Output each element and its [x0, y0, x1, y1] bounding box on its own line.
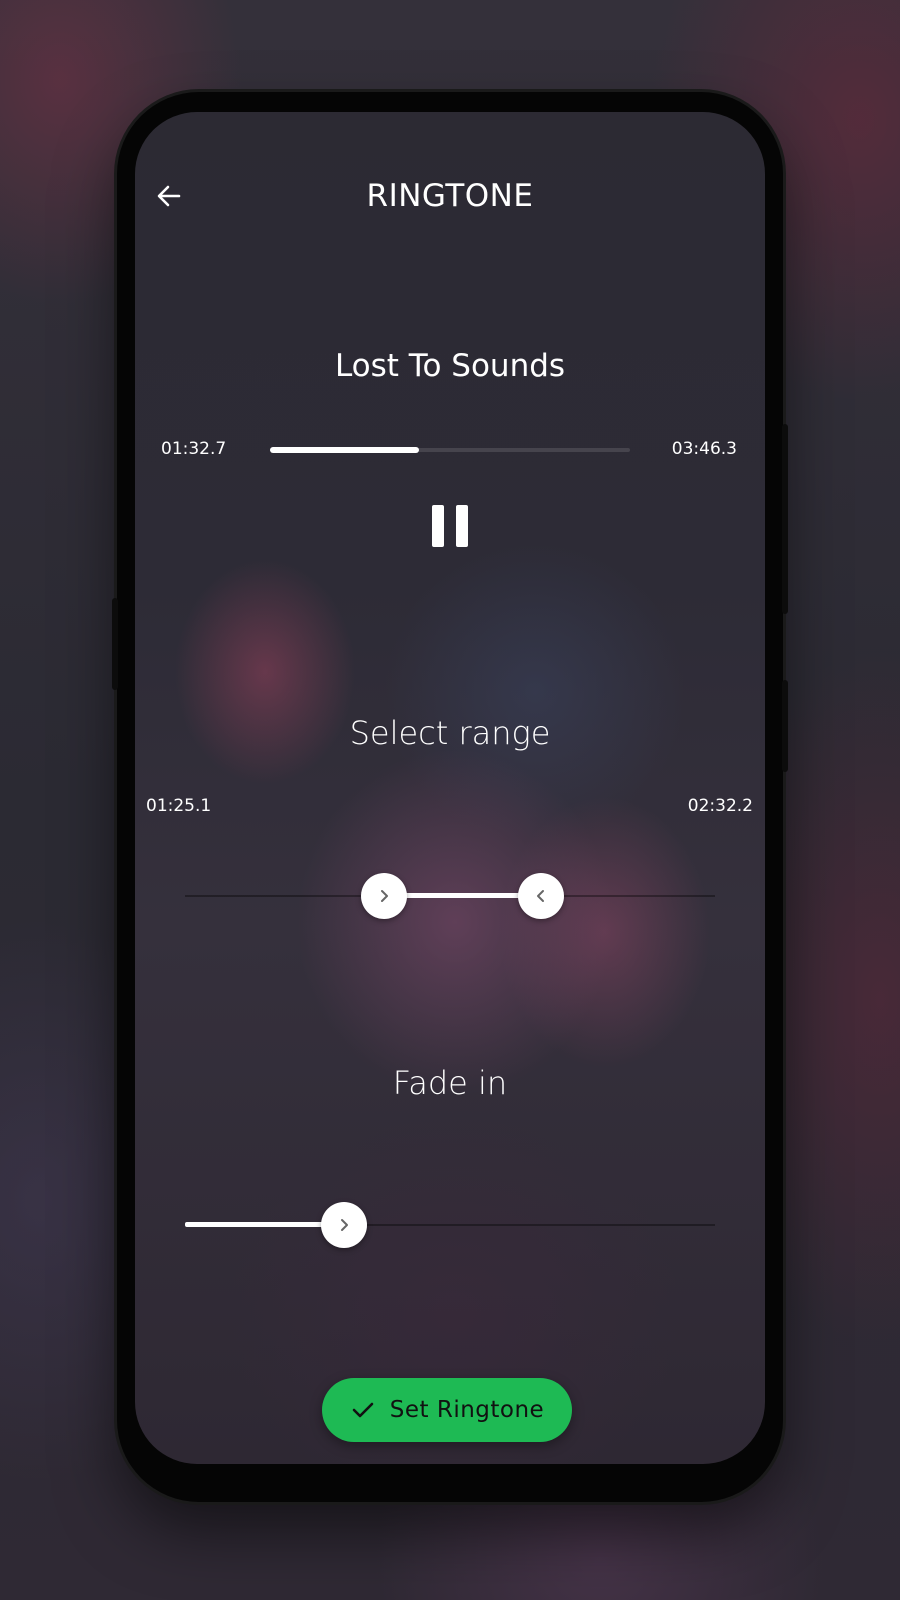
range-slider[interactable]	[185, 893, 715, 898]
pause-icon	[456, 505, 468, 547]
song-title: Lost To Sounds	[334, 348, 566, 384]
elapsed-time: 01:32.7	[161, 439, 227, 459]
playback-progress-fill	[270, 447, 420, 453]
chevron-right-icon	[380, 890, 388, 902]
range-end-time: 02:32.2	[687, 796, 753, 816]
set-ringtone-label: Set Ringtone	[389, 1397, 545, 1423]
range-end-handle[interactable]	[518, 873, 565, 919]
app-screen: RINGTONE Lost To Sounds 01:32.7 03:46.3 …	[135, 112, 765, 1464]
phone-side-button	[782, 680, 788, 772]
duration-time: 03:46.3	[671, 439, 737, 459]
fade-in-handle[interactable]	[321, 1202, 367, 1248]
fade-in-slider[interactable]	[185, 1222, 715, 1227]
playback-progress-slider[interactable]	[270, 447, 630, 453]
set-ringtone-button[interactable]: Set Ringtone	[322, 1378, 572, 1442]
pause-icon	[432, 505, 444, 547]
range-start-handle[interactable]	[360, 873, 407, 919]
page-title: RINGTONE	[366, 178, 534, 214]
chevron-right-icon	[341, 1219, 348, 1231]
phone-side-button	[782, 424, 788, 614]
check-icon	[352, 1402, 374, 1418]
range-start-time: 01:25.1	[146, 796, 212, 816]
chevron-left-icon	[537, 890, 545, 902]
pause-button[interactable]	[425, 496, 475, 556]
fade-in-label: Fade in	[392, 1064, 508, 1102]
phone-side-button	[112, 598, 118, 690]
select-range-label: Select range	[349, 714, 551, 752]
